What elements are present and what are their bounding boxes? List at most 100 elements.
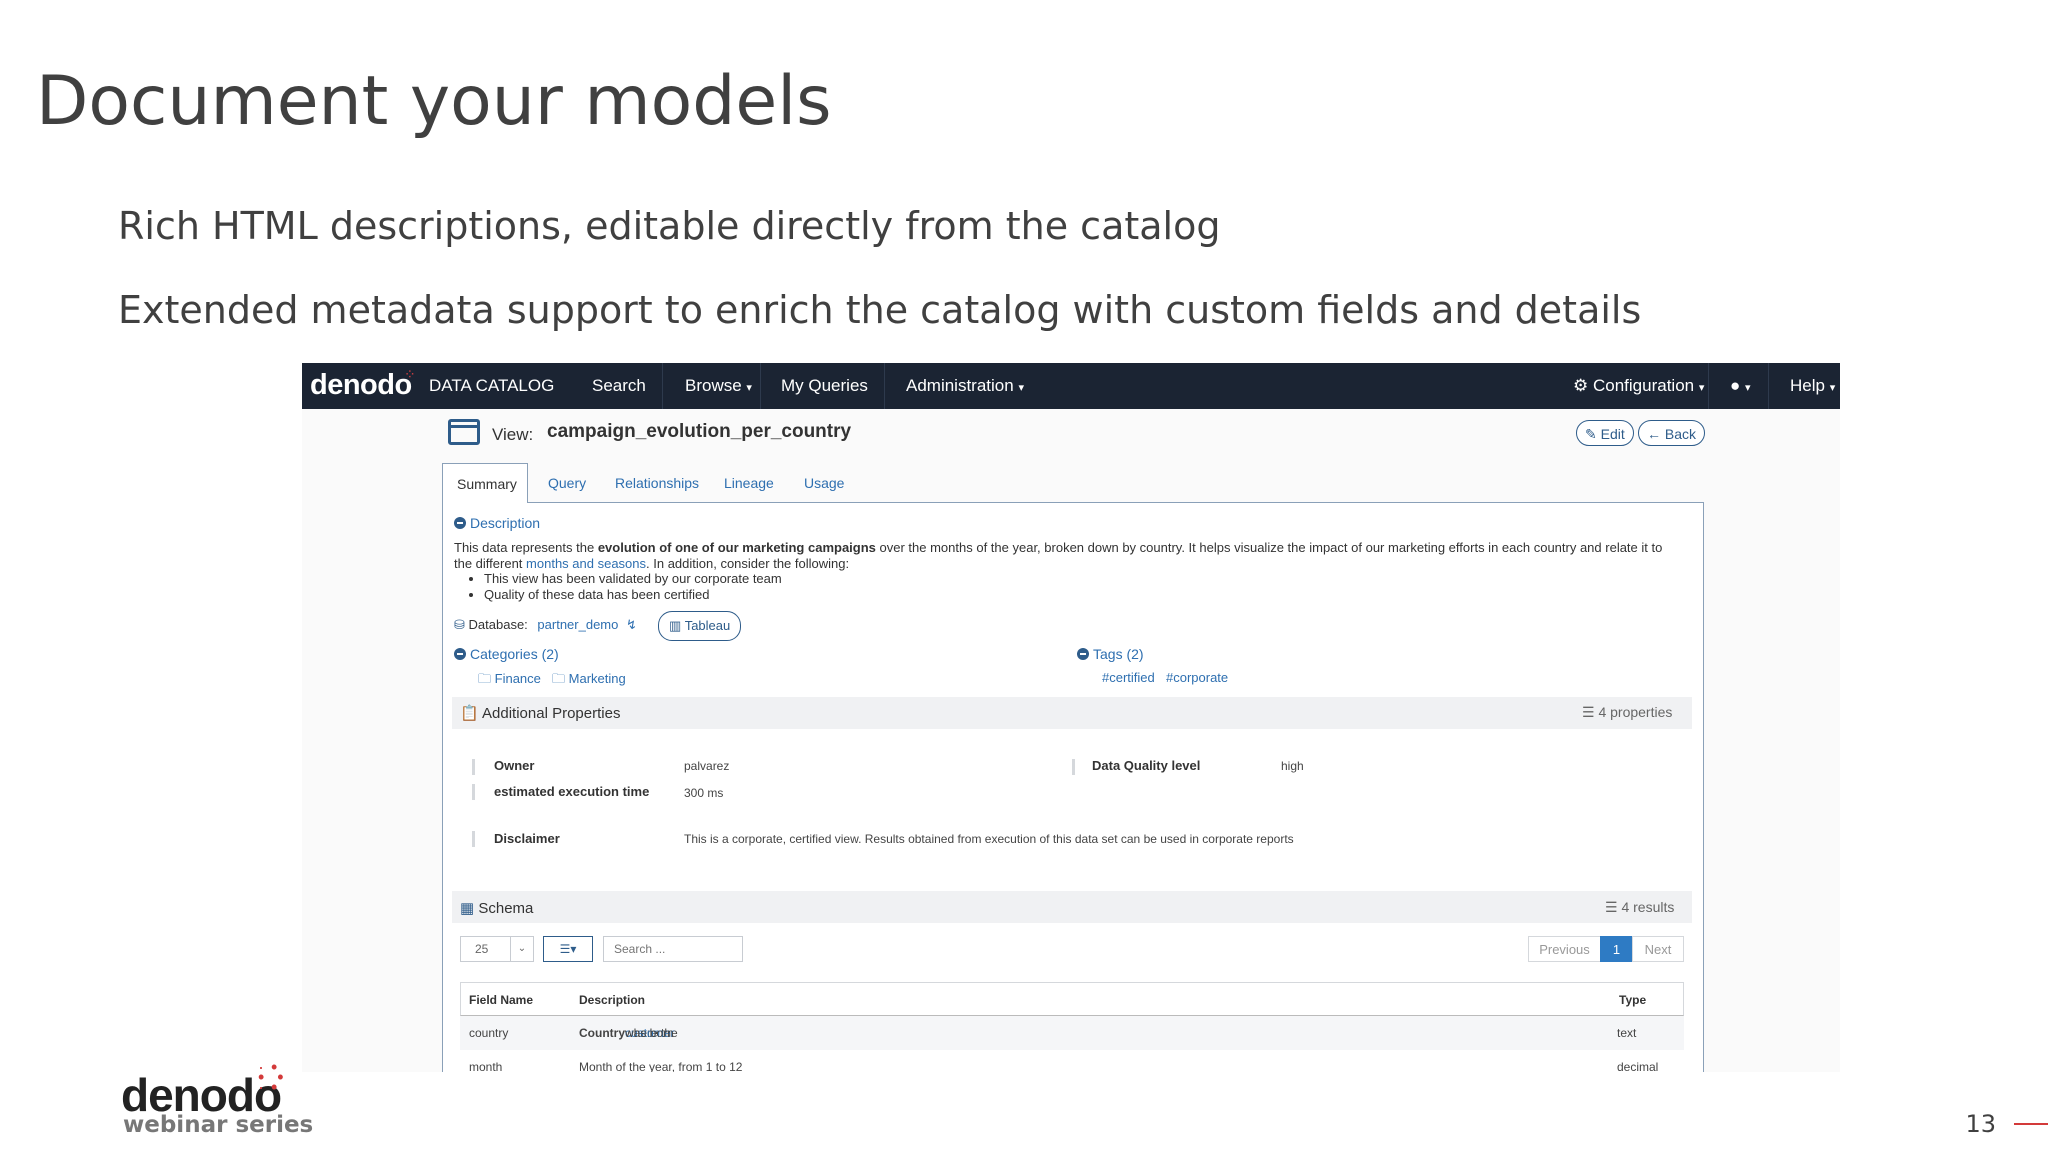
description-link[interactable]: months and seasons [526,556,646,571]
schema-count: ☰ 4 results [1605,899,1674,916]
list-icon: ☰▾ [559,942,577,956]
tag-corporate[interactable]: #corporate [1166,670,1228,685]
page-accent-line [2014,1123,2048,1125]
nav-divider [760,363,761,409]
map-icon: ▦ [460,900,475,917]
nav-administration[interactable]: Administration ▾ [906,376,1024,396]
pencil-icon: ✎ [1585,426,1597,442]
database-icon: ⛁ [454,617,465,632]
tab-relationships[interactable]: Relationships [615,463,699,503]
tab-query[interactable]: Query [548,463,586,503]
properties-count: 4 properties [1598,704,1673,720]
edit-button[interactable]: ✎ Edit [1576,420,1634,446]
nav-divider [1708,363,1709,409]
bullet-1: Rich HTML descriptions, editable directl… [118,204,1221,248]
caret-down-icon: ▾ [1745,382,1751,394]
tag-certified[interactable]: #certified [1102,670,1155,685]
description-toggle[interactable]: Description [454,515,540,531]
caret-down-icon: ▾ [746,382,752,394]
column-header-description[interactable]: Description [579,983,645,1017]
view-label: View: [492,425,534,444]
column-header-type[interactable]: Type [1619,983,1646,1017]
pagination-previous[interactable]: Previous [1528,936,1601,962]
page-size-select[interactable]: 25 ⌄ [460,936,534,962]
categories-toggle[interactable]: Categories (2) [454,646,559,662]
tab-bar: Summary Query Relationships Lineage Usag… [442,463,1702,503]
nav-browse[interactable]: Browse ▾ [685,376,752,396]
schema-bar[interactable] [452,891,1692,923]
disclaimer-value: This is a corporate, certified view. Res… [684,832,1294,846]
tab-usage[interactable]: Usage [804,463,844,503]
top-navbar: denodo ⁘ DATA CATALOG Search Browse ▾ My… [302,363,1840,409]
quality-key: Data Quality level [1092,758,1201,773]
user-icon: ● [1730,376,1741,395]
additional-properties-bar[interactable] [452,697,1692,729]
nav-divider [884,363,885,409]
tags-toggle[interactable]: Tags (2) [1077,646,1144,662]
field-type: decimal [1617,1060,1659,1072]
nav-my-queries[interactable]: My Queries [781,376,868,396]
property-marker [472,784,475,800]
schema-title: Schema [478,900,534,917]
exec-time-value: 300 ms [684,786,724,800]
folder-icon: 🗀 [478,671,492,686]
results-count: 4 results [1621,899,1675,915]
gear-icon: ⚙ [1573,376,1589,395]
column-toggle-button[interactable]: ☰▾ [543,936,593,962]
list-item: Quality of these data has been certified [484,587,1684,603]
nav-divider [1768,363,1769,409]
category-finance[interactable]: 🗀 Finance [478,670,541,692]
field-type: text [1617,1026,1637,1040]
table-row[interactable]: month Month of the year, from 1 to 12 de… [460,1050,1684,1072]
nav-help[interactable]: Help ▾ [1790,376,1835,396]
disclaimer-key: Disclaimer [494,831,560,846]
database-label: Database: [468,617,528,632]
tab-lineage[interactable]: Lineage [724,463,774,503]
nav-search[interactable]: Search [592,376,646,396]
back-label: Back [1664,426,1697,442]
field-name: month [469,1060,503,1072]
category-marketing-label: Marketing [568,671,626,686]
nav-configuration-label: Configuration [1592,376,1695,395]
category-marketing[interactable]: 🗀 Marketing [552,670,626,692]
tags-header: Tags (2) [1093,646,1144,662]
pagination-page[interactable]: 1 [1600,936,1633,962]
clipboard-icon: 📋 [460,705,479,722]
caret-down-icon: ▾ [1018,382,1024,394]
property-marker [472,831,475,847]
chart-icon: ▥ [669,618,682,633]
description-text-part: This data represents the [454,540,598,555]
schema-search-input[interactable] [603,936,743,962]
minus-circle-icon [454,517,466,529]
caret-down-icon: ▾ [1698,382,1705,394]
slide-title: Document your models [36,62,832,141]
field-description: Month of the year, from 1 to 12 [579,1060,743,1072]
field-name: country [469,1026,509,1040]
list-icon: ☰ [1605,899,1618,915]
brand-logo[interactable]: denodo [310,369,412,402]
caret-down-icon: ▾ [1829,382,1836,394]
nav-administration-label: Administration [906,376,1014,395]
minus-circle-icon [1077,648,1089,660]
quality-value: high [1281,759,1304,773]
view-icon [448,419,480,445]
tableau-button[interactable]: ▥ Tableau [658,611,742,641]
nav-user-menu[interactable]: ● ▾ [1730,376,1751,396]
table-row[interactable]: country Country where the customer was b… [460,1016,1684,1050]
page-size-value: 25 [475,942,489,956]
edit-label: Edit [1600,426,1625,442]
catalog-screenshot: denodo ⁘ DATA CATALOG Search Browse ▾ My… [302,363,1840,1072]
column-header-field[interactable]: Field Name [469,983,533,1017]
nav-configuration[interactable]: ⚙ Configuration ▾ [1573,376,1704,396]
folder-icon: 🗀 [552,671,566,686]
pagination-next[interactable]: Next [1632,936,1684,962]
database-link[interactable]: partner_demo [537,617,618,632]
categories-header: Categories (2) [470,646,559,662]
back-button[interactable]: ← Back [1638,420,1706,446]
tab-summary[interactable]: Summary [442,463,528,503]
arrow-left-icon: ← [1647,426,1661,442]
description-header: Description [470,515,541,531]
tableau-label: Tableau [684,618,731,633]
footer-subtitle: webinar series [123,1112,314,1138]
nav-divider [662,363,663,409]
